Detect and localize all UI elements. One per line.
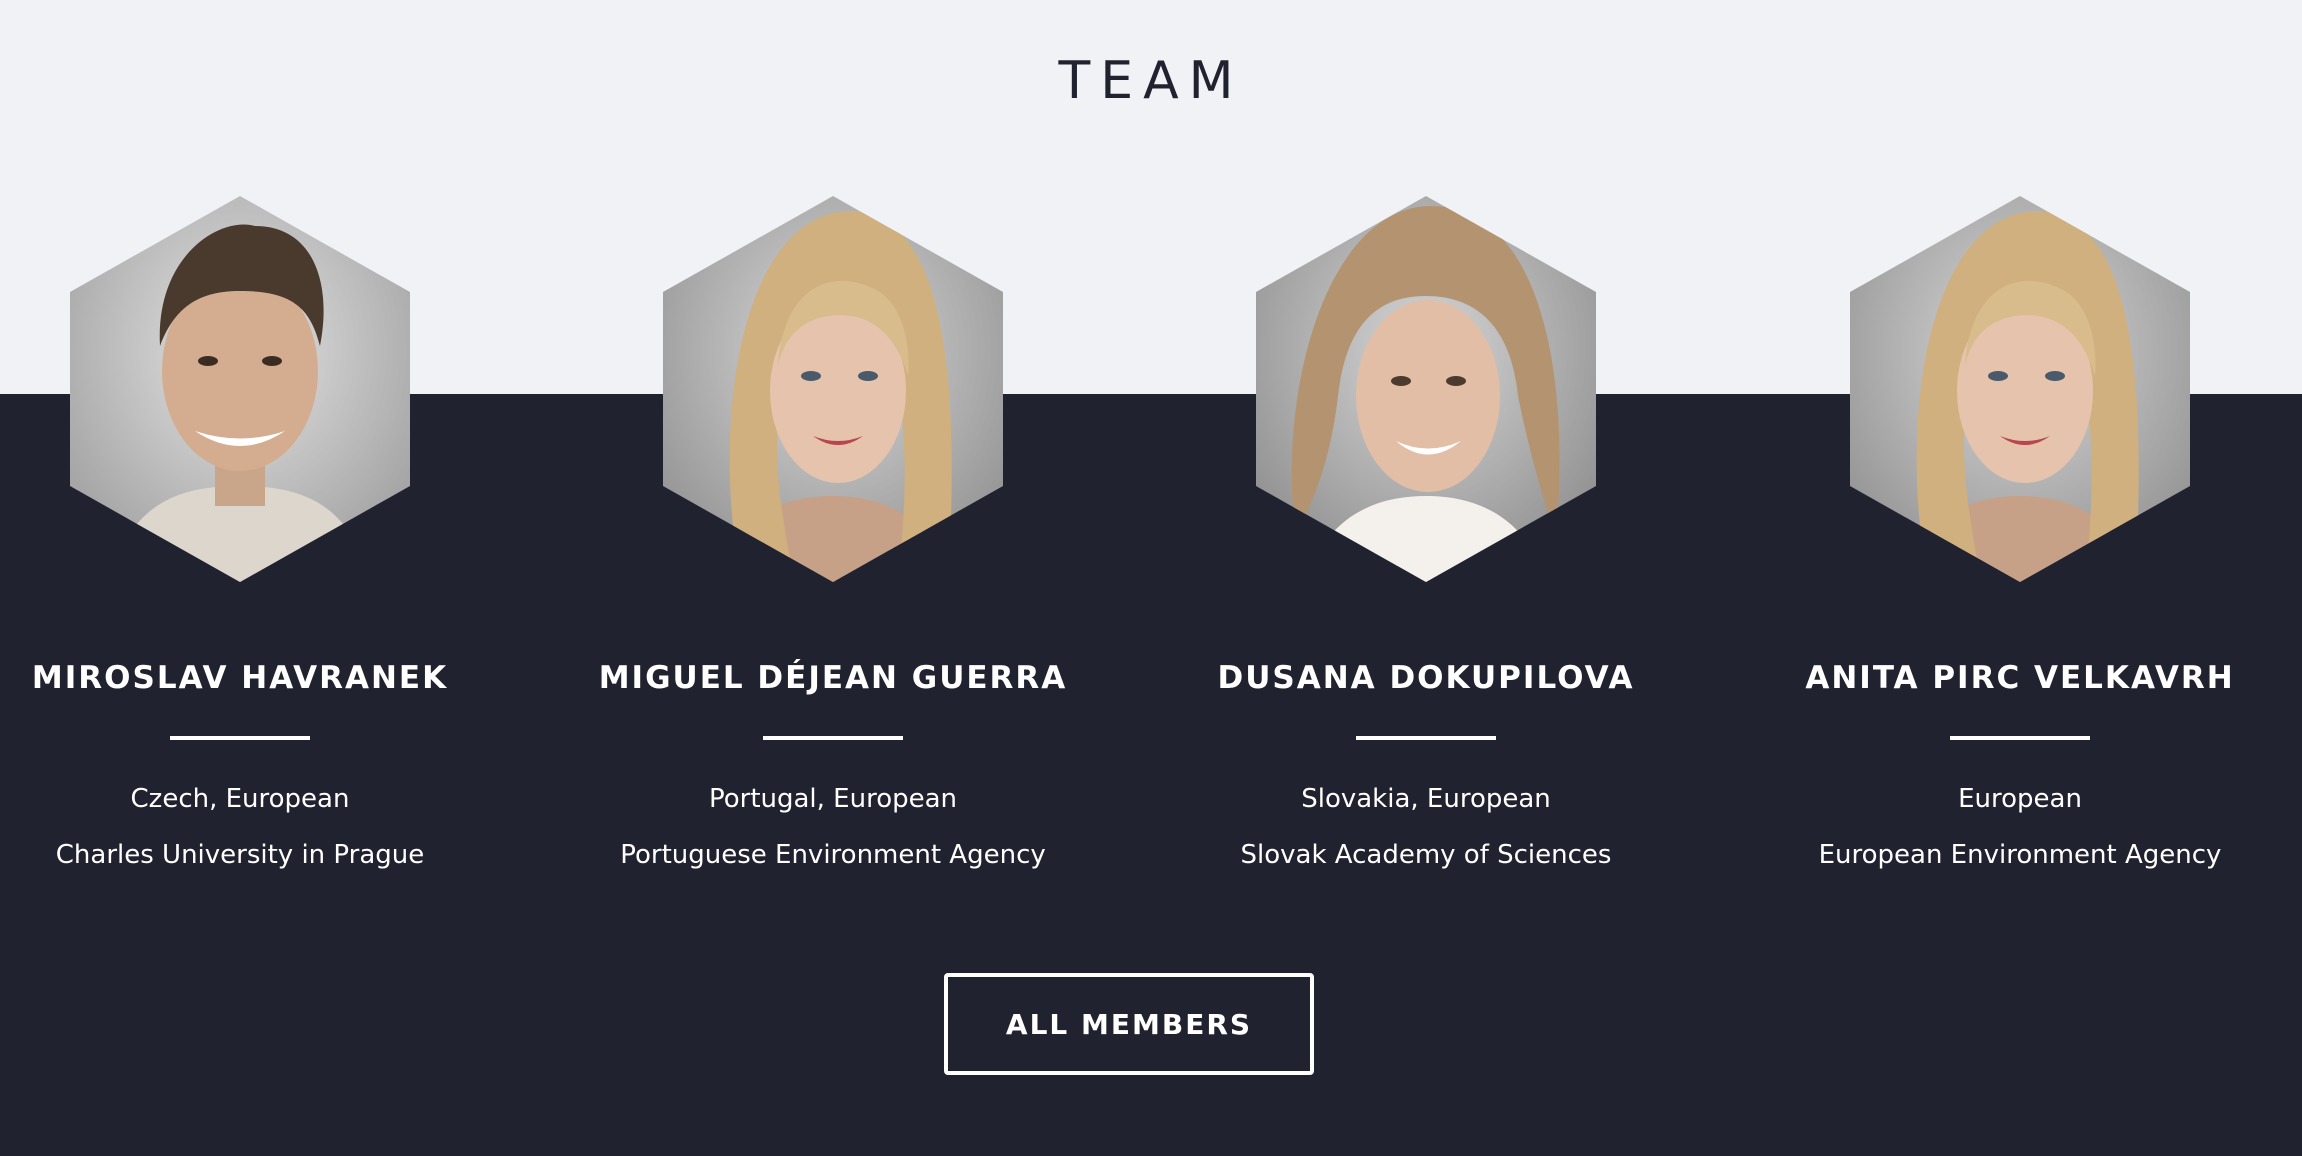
member-photo	[1256, 196, 1596, 582]
member-organization: Portuguese Environment Agency	[620, 840, 1046, 870]
member-photo	[663, 196, 1003, 582]
team-member-card: MIGUEL DÉJEAN GUERRA Portugal, European …	[553, 196, 1113, 872]
member-photo	[70, 196, 410, 582]
member-organization: European Environment Agency	[1818, 840, 2222, 870]
name-divider	[1950, 736, 2090, 740]
name-divider	[1356, 736, 1496, 740]
member-country: Slovakia, European	[1301, 784, 1551, 814]
team-member-card: ANITA PIRC VELKAVRH European European En…	[1740, 196, 2300, 872]
name-divider	[170, 736, 310, 740]
member-photo	[1850, 196, 2190, 582]
member-name: ANITA PIRC VELKAVRH	[1805, 660, 2235, 696]
member-name: DUSANA DOKUPILOVA	[1217, 660, 1635, 696]
member-name: MIROSLAV HAVRANEK	[31, 660, 449, 696]
member-country: Portugal, European	[708, 784, 958, 814]
member-organization: Slovak Academy of Sciences	[1240, 840, 1612, 870]
name-divider	[763, 736, 903, 740]
member-organization: Charles University in Prague	[55, 840, 425, 870]
team-member-card: MIROSLAV HAVRANEK Czech, European Charle…	[0, 196, 520, 872]
all-members-button[interactable]: ALL MEMBERS	[944, 973, 1314, 1075]
member-country: European	[1958, 784, 2082, 814]
member-country: Czech, European	[130, 784, 350, 814]
section-title: TEAM	[1058, 51, 1244, 111]
team-member-card: DUSANA DOKUPILOVA Slovakia, European Slo…	[1146, 196, 1706, 872]
member-name: MIGUEL DÉJEAN GUERRA	[598, 660, 1068, 696]
